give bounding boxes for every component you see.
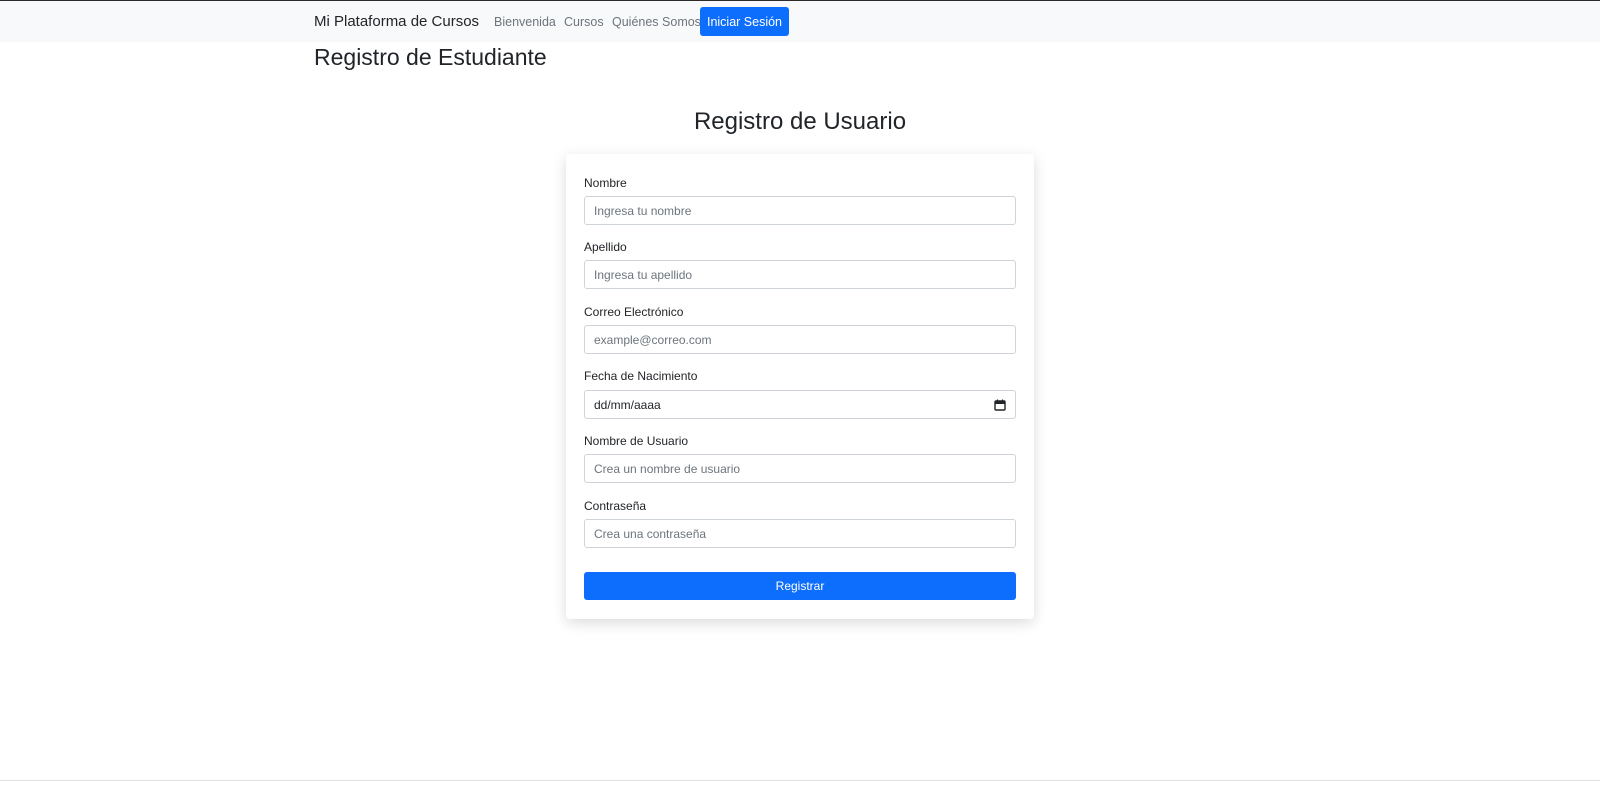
nav-link-bienvenida[interactable]: Bienvenida — [494, 15, 556, 29]
contrasena-input[interactable] — [584, 519, 1016, 548]
registration-form: Nombre Apellido Correo Electrónico Fecha… — [566, 154, 1034, 619]
apellido-label: Apellido — [584, 240, 627, 254]
nombre-label: Nombre — [584, 176, 627, 190]
calendar-icon[interactable] — [994, 399, 1006, 411]
login-button[interactable]: Iniciar Sesión — [700, 7, 789, 36]
correo-label: Correo Electrónico — [584, 305, 684, 319]
date-format-text: dd/mm/aaaa — [594, 397, 661, 412]
navbar: Mi Plataforma de Cursos Bienvenida Curso… — [0, 1, 1600, 42]
nav-link-cursos[interactable]: Cursos — [564, 15, 604, 29]
nombre-input[interactable] — [584, 196, 1016, 225]
fecha-nacimiento-label: Fecha de Nacimiento — [584, 369, 698, 383]
registrar-button[interactable]: Registrar — [584, 572, 1016, 600]
correo-input[interactable] — [584, 325, 1016, 354]
navbar-brand[interactable]: Mi Plataforma de Cursos — [314, 13, 479, 30]
nombre-usuario-input[interactable] — [584, 454, 1016, 483]
bottom-divider — [0, 780, 1600, 781]
form-title: Registro de Usuario — [693, 108, 907, 135]
nav-link-quienes-somos[interactable]: Quiénes Somos — [612, 15, 701, 29]
page-title: Registro de Estudiante — [314, 44, 547, 70]
apellido-input[interactable] — [584, 260, 1016, 289]
fecha-nacimiento-input[interactable]: dd/mm/aaaa — [584, 390, 1016, 419]
nombre-usuario-label: Nombre de Usuario — [584, 434, 689, 448]
contrasena-label: Contraseña — [584, 499, 647, 513]
